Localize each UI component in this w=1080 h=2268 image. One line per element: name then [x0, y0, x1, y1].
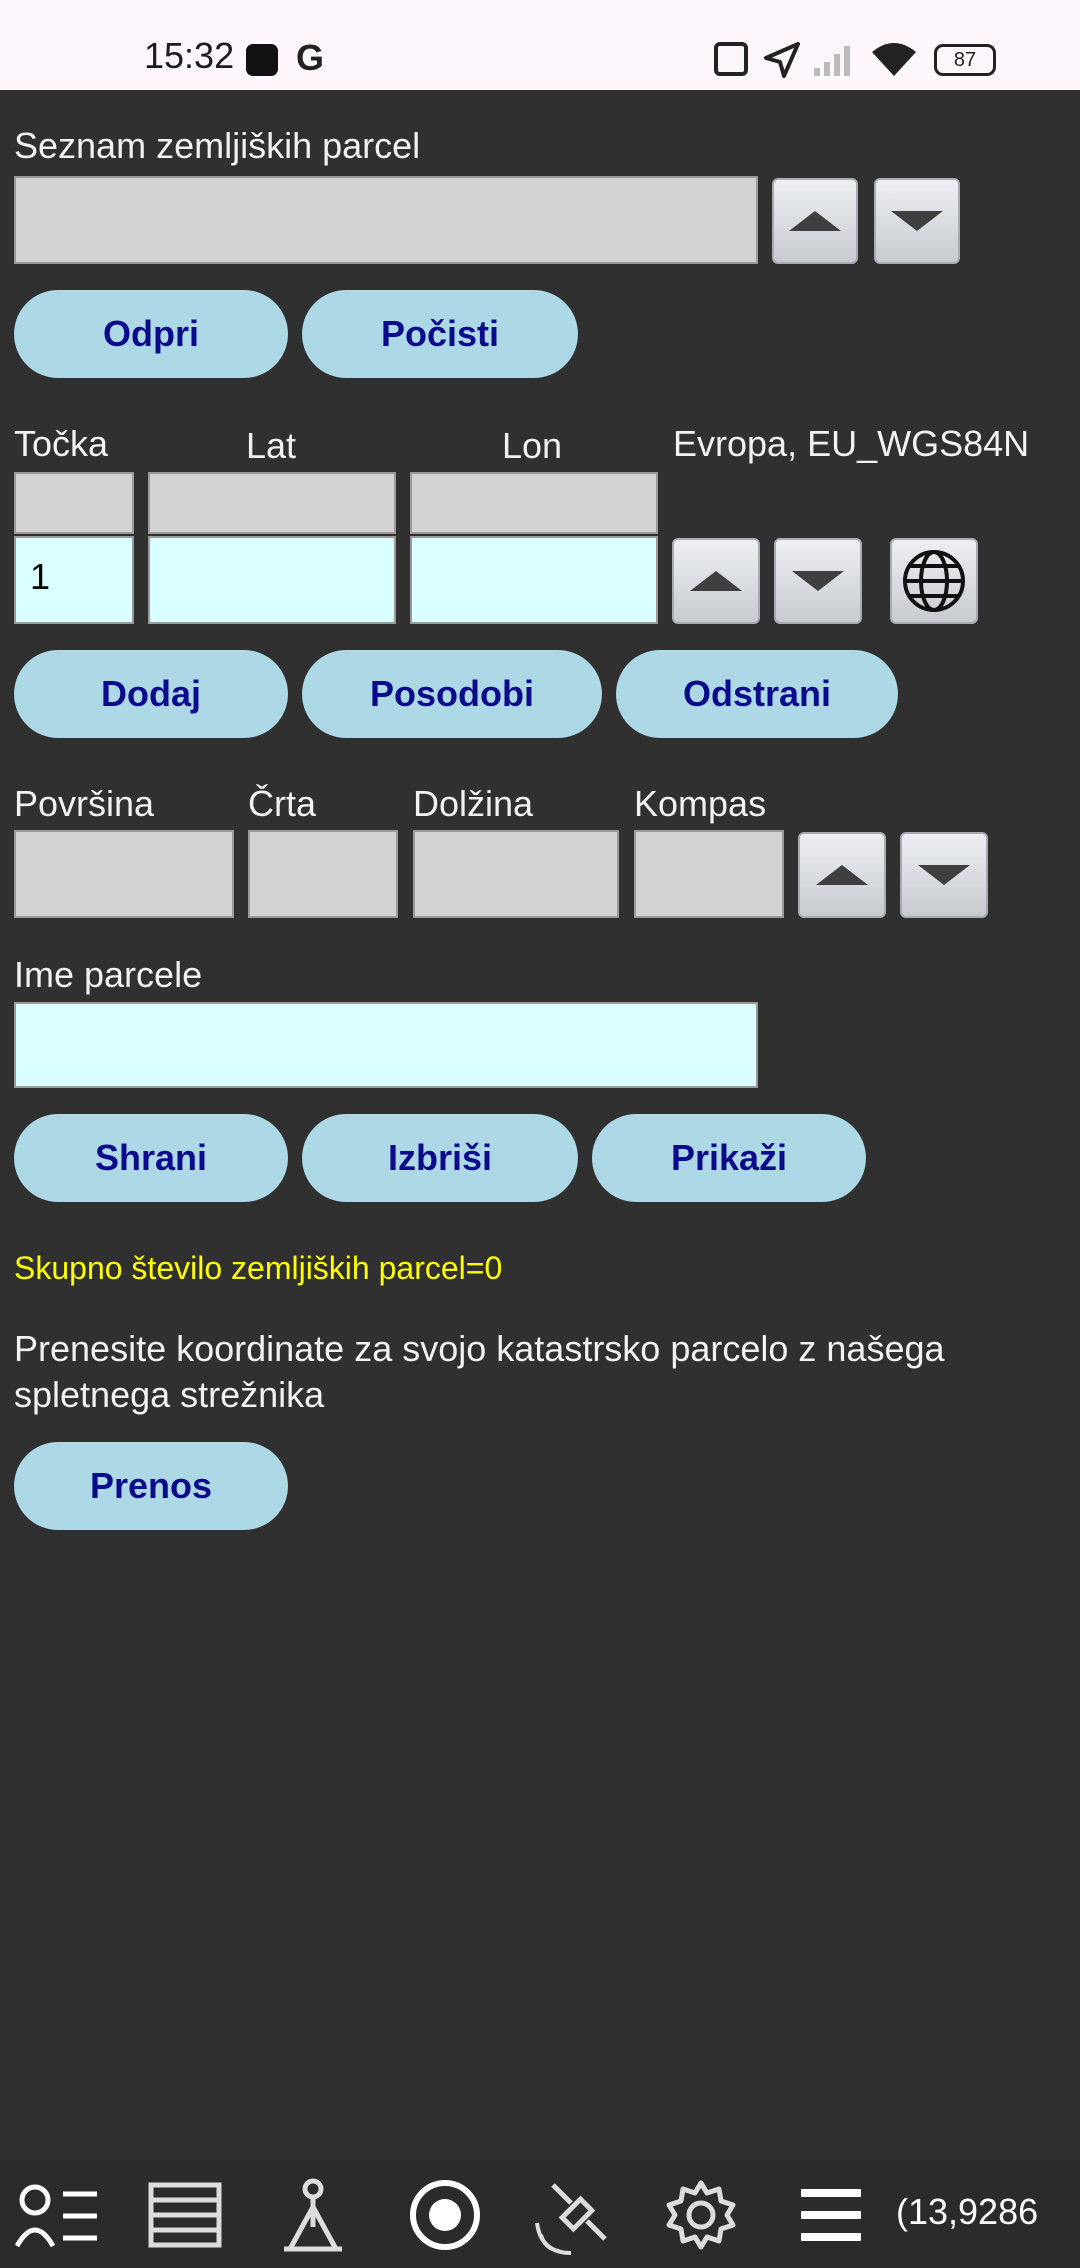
status-time: 15:32 — [144, 35, 235, 76]
lat-input[interactable] — [148, 536, 396, 624]
lat-header: Lat — [246, 425, 297, 466]
compass-field — [634, 830, 784, 918]
arrow-up-icon — [789, 211, 841, 231]
lat-prev-field — [148, 472, 396, 534]
user-list-icon[interactable] — [12, 2170, 102, 2260]
lon-prev-field — [410, 472, 658, 534]
arrow-down-icon — [918, 865, 970, 885]
nfc-icon — [714, 42, 748, 76]
area-field — [14, 830, 234, 918]
menu-icon[interactable] — [786, 2170, 876, 2260]
point-prev-field — [14, 472, 134, 534]
app-notification-icon — [246, 44, 278, 76]
line-up-button[interactable] — [798, 832, 886, 918]
globe-button[interactable] — [890, 538, 978, 624]
save-button[interactable]: Shrani — [14, 1114, 288, 1202]
add-button[interactable]: Dodaj — [14, 650, 288, 738]
arrow-down-icon — [891, 211, 943, 231]
lon-input[interactable] — [410, 536, 658, 624]
bottom-navbar: (13,9286 — [0, 2160, 1080, 2268]
record-icon[interactable] — [400, 2170, 490, 2260]
google-icon: G — [296, 37, 325, 78]
compass-label: Kompas — [634, 783, 767, 824]
satellite-icon[interactable] — [530, 2170, 620, 2260]
point-header: Točka — [14, 423, 109, 464]
list-icon[interactable] — [140, 2170, 230, 2260]
wifi-icon — [872, 43, 916, 76]
point-down-button[interactable] — [774, 538, 862, 624]
line-field — [248, 830, 398, 918]
parcel-down-button[interactable] — [874, 178, 960, 264]
delete-button[interactable]: Izbriši — [302, 1114, 578, 1202]
parcel-name-label: Ime parcele — [14, 954, 203, 995]
parcel-list-select[interactable] — [14, 176, 758, 264]
length-label: Dolžina — [413, 783, 534, 824]
datum-label: Evropa, EU_WGS84N — [673, 423, 1030, 464]
total-parcels-text: Skupno število zemljiških parcel=0 — [14, 1250, 503, 1286]
update-button[interactable]: Posodobi — [302, 650, 602, 738]
point-value: 1 — [30, 556, 51, 597]
line-down-button[interactable] — [900, 832, 988, 918]
length-field — [413, 830, 619, 918]
show-button[interactable]: Prikaži — [592, 1114, 866, 1202]
point-up-button[interactable] — [672, 538, 760, 624]
lon-header: Lon — [502, 425, 563, 466]
location-arrow-icon — [764, 42, 800, 78]
battery-icon: 87 — [934, 44, 996, 76]
parcel-name-input[interactable] — [14, 1002, 758, 1088]
remove-button[interactable]: Odstrani — [616, 650, 898, 738]
download-description: Prenesite koordinate za svojo katastrsko… — [14, 1328, 945, 1415]
point-input[interactable]: 1 — [14, 536, 134, 624]
arrow-up-icon — [816, 865, 868, 885]
globe-icon — [903, 550, 965, 612]
status-bar: 15:32 G 87 — [0, 0, 1080, 90]
open-button[interactable]: Odpri — [14, 290, 288, 378]
area-label: Površina — [14, 783, 155, 824]
parcel-up-button[interactable] — [772, 178, 858, 264]
line-label: Črta — [248, 783, 317, 824]
arrow-up-icon — [690, 571, 742, 591]
signal-icon — [814, 46, 850, 76]
arrow-down-icon — [792, 571, 844, 591]
parcel-list-label: Seznam zemljiških parcel — [14, 125, 421, 166]
coordinates-readout: (13,9286 — [896, 2191, 1039, 2232]
survey-point-icon[interactable] — [268, 2170, 358, 2260]
clear-button[interactable]: Počisti — [302, 290, 578, 378]
gear-icon[interactable] — [656, 2170, 746, 2260]
download-button[interactable]: Prenos — [14, 1442, 288, 1530]
